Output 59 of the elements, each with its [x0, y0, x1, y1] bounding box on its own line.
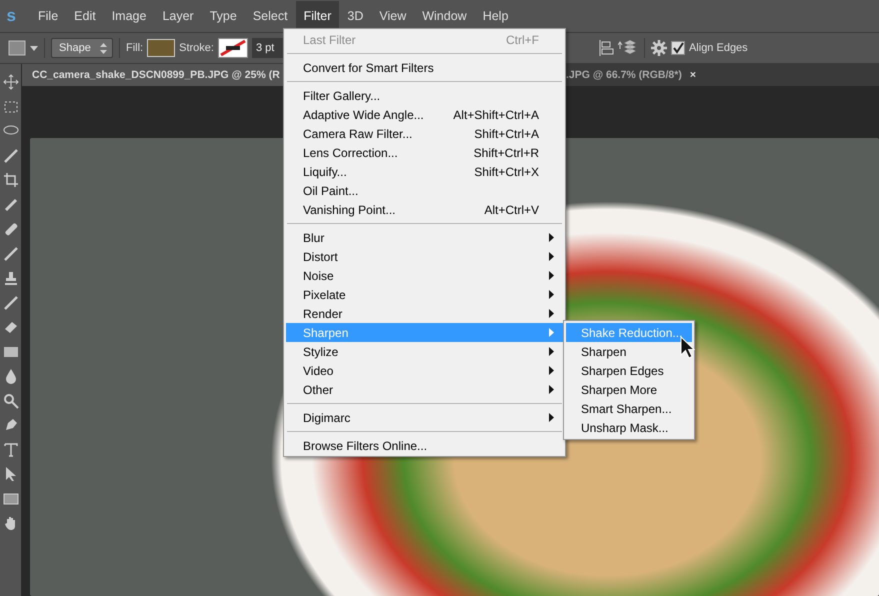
menu-item[interactable]: Oil Paint...: [286, 181, 563, 200]
menu-item[interactable]: Blur: [286, 228, 563, 247]
menu-bar-item[interactable]: Layer: [154, 1, 202, 31]
close-icon[interactable]: ×: [690, 69, 696, 81]
crop-icon[interactable]: [2, 172, 18, 188]
align-edges-checkbox[interactable]: [670, 41, 685, 55]
document-tab[interactable]: .JPG @ 66.7% (RGB/8*) ×: [566, 64, 706, 86]
eraser-icon[interactable]: [2, 319, 18, 335]
menu-item[interactable]: Distort: [286, 247, 563, 266]
menu-item[interactable]: Convert for Smart Filters: [286, 58, 563, 77]
mode-dropdown[interactable]: Shape: [51, 38, 113, 58]
menu-item[interactable]: Sharpen More: [566, 380, 692, 399]
move-icon[interactable]: [2, 74, 18, 90]
stroke-label: Stroke:: [179, 42, 214, 54]
stamp-icon[interactable]: [2, 270, 18, 286]
menu-bar-item[interactable]: Type: [202, 1, 245, 31]
fill-label: Fill:: [126, 42, 144, 54]
menu-bar-item[interactable]: View: [371, 1, 414, 31]
menu-item[interactable]: Pixelate: [286, 285, 563, 304]
menu-bar-item[interactable]: Filter: [296, 1, 340, 31]
menu-item[interactable]: Liquify... Shift+Ctrl+X: [286, 162, 563, 181]
mouse-cursor-icon: [680, 336, 696, 360]
rectangle-icon[interactable]: [2, 490, 18, 506]
menu-bar-item[interactable]: Help: [474, 1, 516, 31]
menu-item[interactable]: Vanishing Point... Alt+Ctrl+V: [286, 200, 563, 219]
type-tool-icon[interactable]: [2, 442, 18, 458]
menu-item[interactable]: Filter Gallery...: [286, 86, 563, 105]
caret-icon[interactable]: [30, 46, 38, 50]
menu-bar-item[interactable]: Select: [244, 1, 296, 31]
menu-item[interactable]: Noise: [286, 266, 563, 285]
menu-item[interactable]: Stylize: [286, 342, 563, 361]
menu-item[interactable]: Sharpen Edges: [566, 361, 692, 380]
rectangle-icon[interactable]: [8, 40, 26, 56]
align-edges-label: Align Edges: [688, 42, 748, 54]
menu-item[interactable]: Smart Sharpen...: [566, 399, 692, 418]
menu-item[interactable]: Video: [286, 361, 563, 380]
menu-item[interactable]: Digimarc: [286, 408, 563, 427]
document-tab[interactable]: CC_camera_shake_DSCN0899_PB.JPG @ 25% (R: [22, 64, 283, 86]
align-icon[interactable]: [598, 39, 614, 57]
menu-bar-item[interactable]: Edit: [66, 1, 104, 31]
up-down-arrows-icon: [100, 42, 107, 54]
menu-item[interactable]: Unsharp Mask...: [566, 418, 692, 437]
app-logo: s: [6, 6, 16, 26]
stroke-swatch[interactable]: [218, 38, 248, 58]
menu-item[interactable]: Adaptive Wide Angle... Alt+Shift+Ctrl+A: [286, 105, 563, 124]
settings-icon[interactable]: [650, 40, 667, 56]
menu-bar-item[interactable]: Window: [414, 1, 475, 31]
menu-bar-item[interactable]: Image: [104, 1, 154, 31]
menu-item[interactable]: Browse Filters Online...: [286, 436, 563, 455]
menu-item[interactable]: Camera Raw Filter... Shift+Ctrl+A: [286, 124, 563, 143]
menu-bar-item[interactable]: 3D: [339, 1, 372, 31]
arrange-icon[interactable]: [618, 39, 638, 57]
menu-bar-item[interactable]: File: [30, 1, 66, 31]
menu-item[interactable]: Render: [286, 304, 563, 323]
menu-item[interactable]: Lens Correction... Shift+Ctrl+R: [286, 143, 563, 162]
menu-item[interactable]: Other: [286, 380, 563, 399]
fill-swatch[interactable]: [147, 39, 176, 57]
marquee-icon[interactable]: [2, 98, 18, 114]
zoom-icon[interactable]: [2, 392, 18, 408]
